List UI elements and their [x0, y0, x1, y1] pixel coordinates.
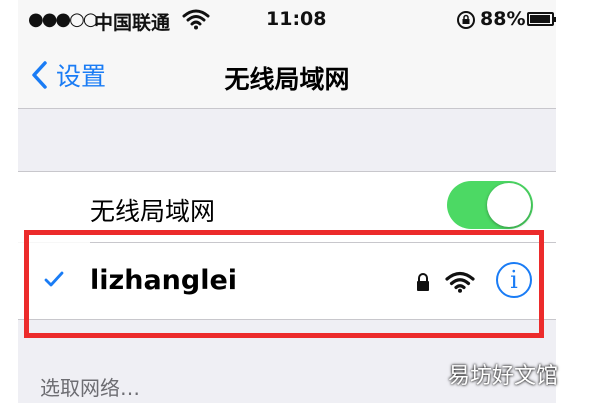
wifi-toggle-row: 无线局域网 — [18, 172, 556, 242]
checkmark-icon — [44, 271, 64, 287]
choose-network-header: 选取网络… — [40, 376, 140, 400]
wifi-toggle-label: 无线局域网 — [90, 197, 216, 226]
page-title: 无线局域网 — [224, 65, 350, 94]
clock: 11:08 — [266, 8, 327, 30]
lock-icon — [417, 273, 429, 291]
watermark: 易坊好文馆 — [448, 364, 559, 389]
orientation-lock-icon — [457, 11, 475, 29]
status-bar: ●●●○○ 中国联通 11:08 88% — [18, 0, 556, 40]
wifi-toggle-switch[interactable] — [447, 181, 533, 229]
group-spacer — [18, 109, 556, 172]
network-name: lizhanglei — [90, 265, 238, 296]
navigation-bar: 设置 无线局域网 — [18, 40, 556, 109]
toggle-knob — [487, 183, 531, 227]
connected-network-row[interactable]: lizhanglei i — [18, 243, 556, 319]
battery-percent: 88% — [480, 8, 526, 30]
battery-icon — [527, 12, 556, 26]
carrier-name: 中国联通 — [94, 12, 171, 34]
phone-screen: ●●●○○ 中国联通 11:08 88% 设置 无线局域网 无线局域网 lizh… — [18, 0, 556, 403]
wifi-signal-icon — [445, 271, 475, 293]
signal-strength: ●●●○○ — [28, 9, 99, 30]
info-button[interactable]: i — [496, 262, 532, 298]
wifi-status-icon — [182, 9, 210, 30]
